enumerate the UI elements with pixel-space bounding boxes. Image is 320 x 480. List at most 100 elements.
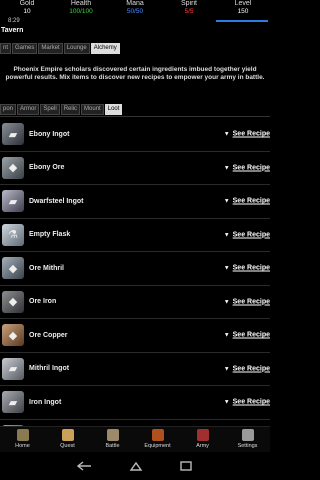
list-item[interactable]: ▰ Mithril Ingot ▼ See Recipe xyxy=(0,353,270,386)
item-name: Dwarfsteel Ingot xyxy=(29,197,84,205)
nav-label: Quest xyxy=(60,443,75,449)
home-icon[interactable] xyxy=(129,461,143,471)
chevron-down-icon: ▼ xyxy=(223,366,230,373)
item-name: Ebony Ore xyxy=(29,164,65,172)
see-recipe-label: See Recipe xyxy=(232,298,270,306)
nav-army[interactable]: Army xyxy=(180,427,225,453)
item-name: Empty Flask xyxy=(29,231,71,239)
stat-health: Health 100/100 xyxy=(54,0,108,18)
subtab-loot[interactable]: Loot xyxy=(104,104,123,115)
alchemy-description: Phoenix Empire scholars discovered certa… xyxy=(5,66,265,81)
chevron-down-icon: ▼ xyxy=(223,198,230,205)
flask-icon: ⚗ xyxy=(2,223,24,246)
stat-value: 5/5 xyxy=(184,8,194,15)
ingot-icon: ▰ xyxy=(2,357,24,380)
stat-label: Health xyxy=(70,0,92,7)
see-recipe-label: See Recipe xyxy=(232,231,270,239)
gear-icon xyxy=(241,429,254,441)
item-name: Mithril Ingot xyxy=(29,365,70,373)
see-recipe-label: See Recipe xyxy=(232,130,270,138)
item-name: Ore Mithril xyxy=(29,264,65,272)
list-item[interactable]: ▰ Dwarfsteel Ingot ▼ See Recipe xyxy=(0,185,270,219)
stat-value: 100/100 xyxy=(69,8,93,15)
nav-quest[interactable]: Quest xyxy=(45,427,90,453)
item-name: Ore Copper xyxy=(29,331,68,339)
subtab-pon[interactable]: pon xyxy=(0,104,17,115)
nav-home[interactable]: Home xyxy=(0,427,45,453)
stat-label: Gold xyxy=(19,0,35,7)
chevron-down-icon: ▼ xyxy=(223,232,230,239)
location-tabs: nt Games Market Lounge Alchemy xyxy=(0,43,120,54)
stat-label: Spirit xyxy=(181,0,197,7)
see-recipe-button[interactable]: ▼See Recipe xyxy=(224,298,270,305)
subtab-relic[interactable]: Relic xyxy=(60,104,81,115)
chevron-down-icon: ▼ xyxy=(223,332,230,339)
stat-spirit: Spirit 5/5 xyxy=(162,0,216,18)
stat-label: Mana xyxy=(126,0,144,7)
list-item[interactable]: ◆ Ore Iron ▼ See Recipe xyxy=(0,286,270,319)
nav-label: Home xyxy=(15,443,30,449)
category-tabs: pon Armor Spell Relic Mount Loot xyxy=(0,104,123,115)
see-recipe-label: See Recipe xyxy=(232,164,270,172)
tab-market[interactable]: Market xyxy=(38,43,63,54)
castle-icon xyxy=(16,429,29,441)
tab-games[interactable]: Games xyxy=(12,43,38,54)
see-recipe-button[interactable]: ▼See Recipe xyxy=(224,332,270,339)
location-title: Tavern xyxy=(1,27,24,34)
item-name: Iron Ingot xyxy=(29,398,62,406)
recents-icon[interactable] xyxy=(179,461,193,471)
subtab-mount[interactable]: Mount xyxy=(81,104,104,115)
stat-level: Level 150 xyxy=(216,0,270,18)
ore-icon: ◆ xyxy=(2,257,24,280)
subtab-armor[interactable]: Armor xyxy=(17,104,40,115)
chevron-down-icon: ▼ xyxy=(223,299,230,306)
nav-equipment[interactable]: Equipment xyxy=(135,427,180,453)
list-item[interactable]: ▰ Iron Ingot ▼ See Recipe xyxy=(0,386,270,420)
list-item[interactable]: ▰ Ebony Ingot ▼ See Recipe xyxy=(0,118,270,152)
nav-label: Equipment xyxy=(144,443,171,449)
see-recipe-button[interactable]: ▼See Recipe xyxy=(224,198,270,205)
nav-label: Battle xyxy=(105,443,120,449)
system-nav-bar xyxy=(0,452,270,480)
nav-label: Settings xyxy=(237,443,258,449)
see-recipe-label: See Recipe xyxy=(232,264,270,272)
back-icon[interactable] xyxy=(77,461,93,471)
see-recipe-button[interactable]: ▼See Recipe xyxy=(224,365,270,372)
item-name: Ore Iron xyxy=(29,298,57,306)
bottom-nav: Home Quest Battle Equipment Army Settings xyxy=(0,426,270,453)
chevron-down-icon: ▼ xyxy=(223,265,230,272)
stat-value: 150 xyxy=(237,8,249,15)
ingot-icon: ▰ xyxy=(2,123,24,146)
see-recipe-button[interactable]: ▼See Recipe xyxy=(224,231,270,238)
see-recipe-label: See Recipe xyxy=(232,197,270,205)
nav-battle[interactable]: Battle xyxy=(90,427,135,453)
subtab-spell[interactable]: Spell xyxy=(40,104,60,115)
nav-settings[interactable]: Settings xyxy=(225,427,270,453)
see-recipe-button[interactable]: ▼See Recipe xyxy=(224,131,270,138)
stat-value: 50/50 xyxy=(126,8,144,15)
see-recipe-button[interactable]: ▼See Recipe xyxy=(224,399,270,406)
list-item[interactable]: ⚗ Empty Flask ▼ See Recipe xyxy=(0,219,270,252)
list-item[interactable]: ◆ Ore Mithril ▼ See Recipe xyxy=(0,252,270,286)
chevron-down-icon: ▼ xyxy=(223,399,230,406)
list-item[interactable]: ◆ Ore Copper ▼ See Recipe xyxy=(0,319,270,353)
stat-value: 10 xyxy=(23,8,31,15)
stat-gold: Gold 10 xyxy=(0,0,54,18)
ore-icon: ◆ xyxy=(2,324,24,347)
stat-mana: Mana 50/50 xyxy=(108,0,162,18)
see-recipe-button[interactable]: ▼See Recipe xyxy=(224,265,270,272)
level-progress-bar xyxy=(216,20,268,22)
chevron-down-icon: ▼ xyxy=(223,131,230,138)
battle-icon xyxy=(106,429,119,441)
clock: 8:29 xyxy=(8,18,20,24)
army-icon xyxy=(196,429,209,441)
list-item[interactable]: ◆ Ebony Ore ▼ See Recipe xyxy=(0,152,270,185)
tab-nt[interactable]: nt xyxy=(0,43,12,54)
nav-label: Army xyxy=(196,443,209,449)
item-name: Ebony Ingot xyxy=(29,130,70,138)
tab-alchemy[interactable]: Alchemy xyxy=(90,43,120,54)
ingot-icon: ▰ xyxy=(2,391,24,414)
ore-icon: ◆ xyxy=(2,290,24,313)
see-recipe-button[interactable]: ▼See Recipe xyxy=(224,164,270,171)
tab-lounge[interactable]: Lounge xyxy=(63,43,90,54)
